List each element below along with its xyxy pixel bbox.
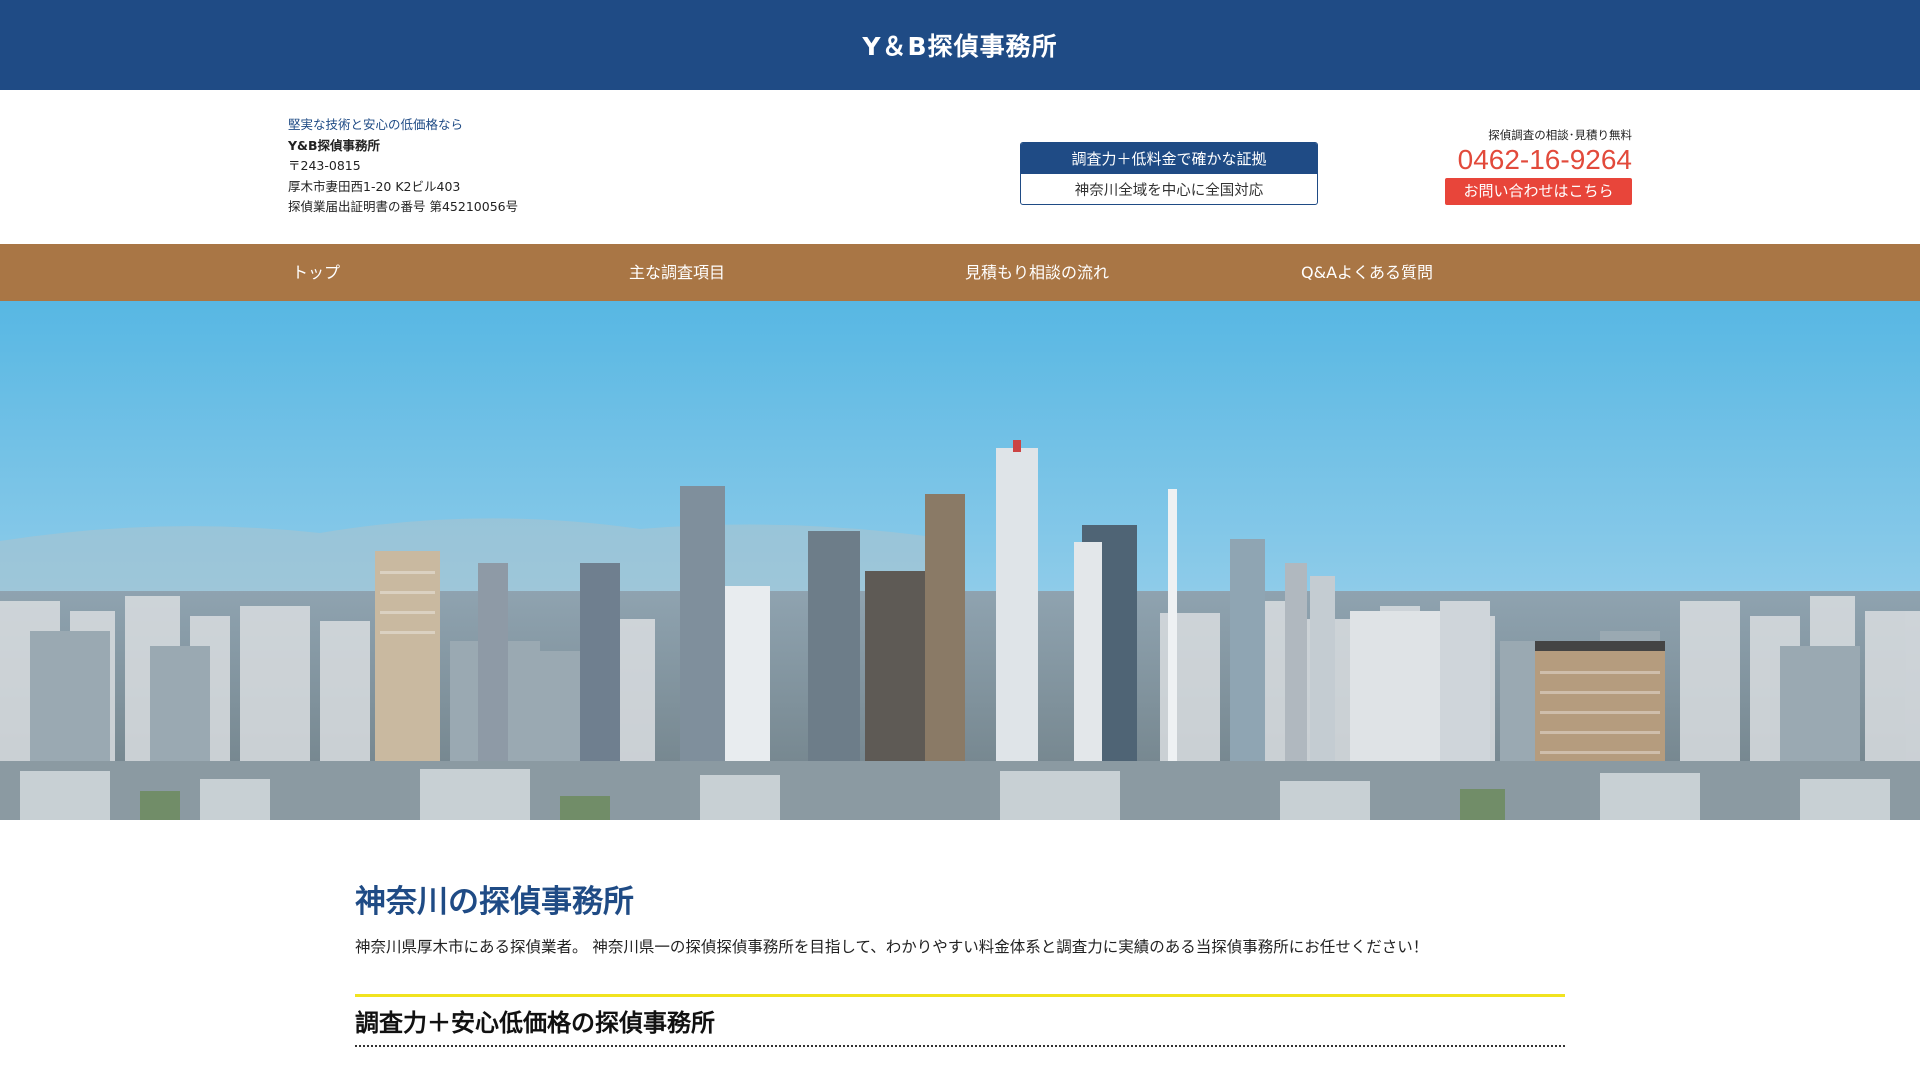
section-heading-block: 調査力＋安心低価格の探偵事務所 xyxy=(355,994,1565,1047)
nav-item-top[interactable]: トップ xyxy=(292,244,340,301)
site-header-bar: Y＆B探偵事務所 xyxy=(0,0,1920,90)
contact-button[interactable]: お問い合わせはこちら xyxy=(1445,178,1632,205)
intro-text: 神奈川県厚木市にある探偵業者。 神奈川県一の探偵探偵事務所を目指して、わかりやす… xyxy=(355,938,1429,956)
address: 厚木市妻田西1-20 K2ビル403 xyxy=(288,178,461,194)
main-nav: トップ 主な調査項目 見積もり相談の流れ Q&Aよくある質問 xyxy=(0,244,1920,301)
section-divider xyxy=(355,1045,1565,1047)
license-number: 探偵業届出証明書の番号 第45210056号 xyxy=(288,199,519,214)
contact-block: 探偵調査の相談･見積り無料 0462-16-9264 お問い合わせはこちら xyxy=(1430,127,1632,205)
nav-item-services[interactable]: 主な調査項目 xyxy=(629,244,725,301)
hero-cityscape-image xyxy=(0,301,1920,820)
nav-item-faq[interactable]: Q&Aよくある質問 xyxy=(1301,244,1433,301)
consult-note: 探偵調査の相談･見積り無料 xyxy=(1488,128,1632,142)
section-heading: 調査力＋安心低価格の探偵事務所 xyxy=(355,1009,715,1037)
site-title[interactable]: Y＆B探偵事務所 xyxy=(862,27,1057,63)
company-name: Y&B探偵事務所 xyxy=(288,137,380,153)
company-info: 堅実な技術と安心の低価格なら Y&B探偵事務所 〒243-0815 厚木市妻田西… xyxy=(288,115,518,218)
postal-code: 〒243-0815 xyxy=(288,158,361,173)
city-skyline-illustration xyxy=(0,301,1920,820)
feature-box: 調査力＋低料金で確かな証拠 神奈川全域を中心に全国対応 xyxy=(1020,142,1318,205)
main-content: 神奈川の探偵事務所 神奈川県厚木市にある探偵業者。 神奈川県一の探偵探偵事務所を… xyxy=(355,880,1565,1047)
nav-item-estimate-flow[interactable]: 見積もり相談の流れ xyxy=(965,244,1109,301)
page-heading: 神奈川の探偵事務所 xyxy=(355,884,634,920)
feature-line-primary: 調査力＋低料金で確かな証拠 xyxy=(1021,143,1317,174)
phone-number[interactable]: 0462-16-9264 xyxy=(1430,143,1632,177)
tagline: 堅実な技術と安心の低価格なら xyxy=(288,117,464,132)
header-info: 堅実な技術と安心の低価格なら Y&B探偵事務所 〒243-0815 厚木市妻田西… xyxy=(0,90,1920,244)
feature-line-secondary: 神奈川全域を中心に全国対応 xyxy=(1074,182,1264,199)
